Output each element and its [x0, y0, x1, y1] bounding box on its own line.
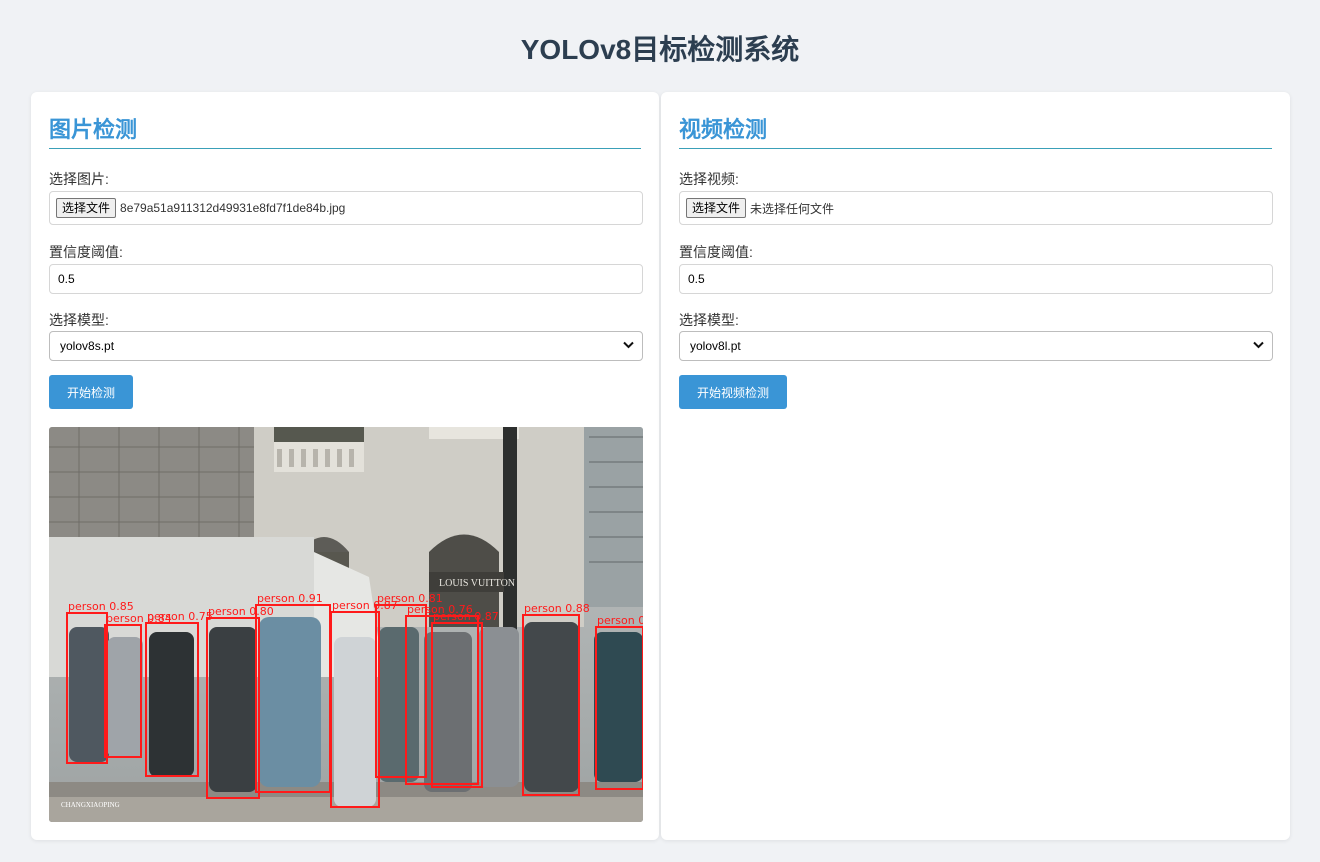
video-panel-title: 视频检测 — [679, 92, 1272, 149]
video-conf-input[interactable]: 0.5 — [679, 264, 1273, 294]
video-choose-file-button[interactable]: 选择文件 — [686, 198, 747, 218]
image-detection-panel: 图片检测 选择图片: 选择文件 8e79a51a911312d49931e8fd… — [31, 92, 659, 840]
chevron-down-icon — [1253, 340, 1264, 352]
image-conf-label: 置信度阈值: — [49, 244, 123, 260]
detection-label: person 0.87 — [433, 610, 499, 623]
image-model-value: yolov8s.pt — [60, 339, 115, 353]
detection-result-image: LOUIS VUITTON CHANGXIAOPING person 0.85 p — [49, 427, 643, 822]
image-conf-input[interactable]: 0.5 — [49, 264, 643, 294]
store-sign: LOUIS VUITTON — [439, 578, 515, 589]
watermark-text: CHANGXIAOPING — [61, 801, 120, 809]
detection-label: person 0.75 — [147, 610, 213, 623]
start-video-detect-button[interactable]: 开始视频检测 — [679, 375, 788, 409]
video-model-value: yolov8l.pt — [690, 339, 741, 353]
detection-label: person 0.88 — [524, 602, 590, 615]
detection-label: person 0.91 — [257, 592, 323, 605]
chevron-down-icon — [623, 340, 634, 352]
video-file-label: 选择视频: — [679, 171, 739, 187]
detection-label: person 0.8 — [597, 614, 643, 627]
video-conf-label: 置信度阈值: — [679, 244, 753, 260]
result-scene: LOUIS VUITTON CHANGXIAOPING person 0.85p — [49, 427, 643, 822]
video-model-label: 选择模型: — [679, 312, 739, 328]
image-file-label: 选择图片: — [49, 171, 109, 187]
video-file-input[interactable]: 选择文件 未选择任何文件 — [679, 191, 1273, 225]
image-panel-title: 图片检测 — [49, 92, 641, 149]
image-model-select[interactable]: yolov8s.pt — [49, 331, 643, 361]
detection-label: person 0.80 — [208, 605, 274, 618]
video-detection-panel: 视频检测 选择视频: 选择文件 未选择任何文件 置信度阈值: 0.5 选择模型:… — [661, 92, 1290, 840]
image-model-label: 选择模型: — [49, 312, 109, 328]
image-file-input[interactable]: 选择文件 8e79a51a911312d49931e8fd7f1de84b.jp… — [49, 191, 643, 225]
image-file-name: 8e79a51a911312d49931e8fd7f1de84b.jpg — [120, 201, 346, 215]
video-model-select[interactable]: yolov8l.pt — [679, 331, 1273, 361]
image-choose-file-button[interactable]: 选择文件 — [56, 198, 117, 218]
start-detect-button[interactable]: 开始检测 — [49, 375, 134, 409]
video-file-name: 未选择任何文件 — [750, 201, 835, 216]
page-title: YOLOv8目标检测系统 — [520, 34, 800, 65]
